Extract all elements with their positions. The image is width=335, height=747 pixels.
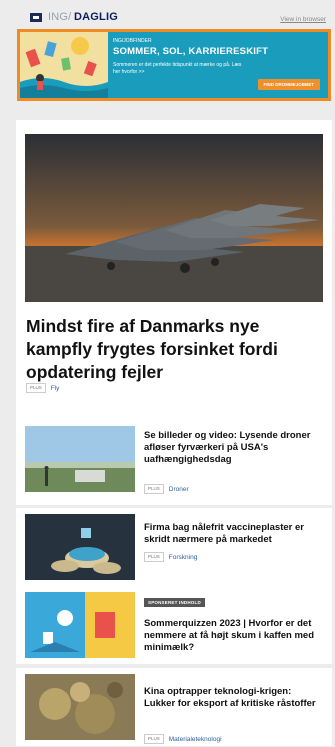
newsletter-page: ING/ DAGLIG View in browser ING/JOBFINDE…	[0, 0, 335, 747]
list-item[interactable]: Se billeder og video: Lysende droner afl…	[16, 420, 332, 498]
jobfinder-banner[interactable]: ING/JOBFINDER SOMMER, SOL, KARRIERESKIFT…	[17, 29, 331, 101]
banner-illustration	[20, 32, 108, 98]
hero-image[interactable]	[25, 134, 323, 302]
category-link[interactable]: Droner	[169, 486, 189, 493]
article-thumbnail[interactable]	[25, 514, 135, 580]
sponsored-badge: SPONSERET INDHOLD	[144, 598, 205, 607]
banner-subline: Sommeren er det perfekte tidspunkt at mæ…	[113, 62, 242, 75]
newsletter-logo-icon	[30, 13, 42, 22]
category-link[interactable]: Fly	[51, 385, 60, 392]
view-in-browser-link[interactable]: View in browser	[280, 16, 326, 23]
list-item[interactable]: Firma bag nålefrit vaccineplaster er skr…	[16, 508, 332, 586]
hero-title[interactable]: Mindst fire af Danmarks nye kampfly fryg…	[26, 315, 316, 384]
plus-badge: PLUS	[26, 383, 46, 393]
brand-prefix: ING/	[48, 11, 72, 23]
article-meta: PLUS Droner	[144, 484, 189, 494]
find-job-button[interactable]: FIND DROMMEJOBBET	[257, 79, 320, 90]
category-link[interactable]: Materialeteknologi	[169, 736, 222, 743]
article-title[interactable]: Firma bag nålefrit vaccineplaster er skr…	[144, 522, 324, 546]
hero-meta: PLUS Fly	[26, 383, 59, 393]
article-title[interactable]: Sommerquizzen 2023 | Hvorfor er det nemm…	[144, 618, 324, 654]
brand-name: DAGLIG	[74, 11, 118, 23]
plus-badge: PLUS	[144, 484, 164, 494]
article-meta: PLUS Materialeteknologi	[144, 734, 222, 744]
article-meta: PLUS Forskning	[144, 552, 197, 562]
article-title[interactable]: Se billeder og video: Lysende droner afl…	[144, 430, 324, 466]
list-item[interactable]: Kina optrapper teknologi-krigen: Lukker …	[16, 668, 332, 746]
banner-headline: SOMMER, SOL, KARRIERESKIFT	[113, 46, 269, 57]
article-thumbnail[interactable]	[25, 426, 135, 492]
plus-badge: PLUS	[144, 552, 164, 562]
list-item[interactable]: SPONSERET INDHOLD Sommerquizzen 2023 | H…	[16, 586, 332, 664]
article-thumbnail[interactable]	[25, 674, 135, 740]
newsletter-header: ING/ DAGLIG View in browser	[16, 8, 332, 30]
article-title[interactable]: Kina optrapper teknologi-krigen: Lukker …	[144, 686, 324, 710]
plus-badge: PLUS	[144, 734, 164, 744]
article-thumbnail[interactable]	[25, 592, 135, 658]
category-link[interactable]: Forskning	[169, 554, 198, 561]
banner-eyebrow: ING/JOBFINDER	[113, 38, 152, 44]
